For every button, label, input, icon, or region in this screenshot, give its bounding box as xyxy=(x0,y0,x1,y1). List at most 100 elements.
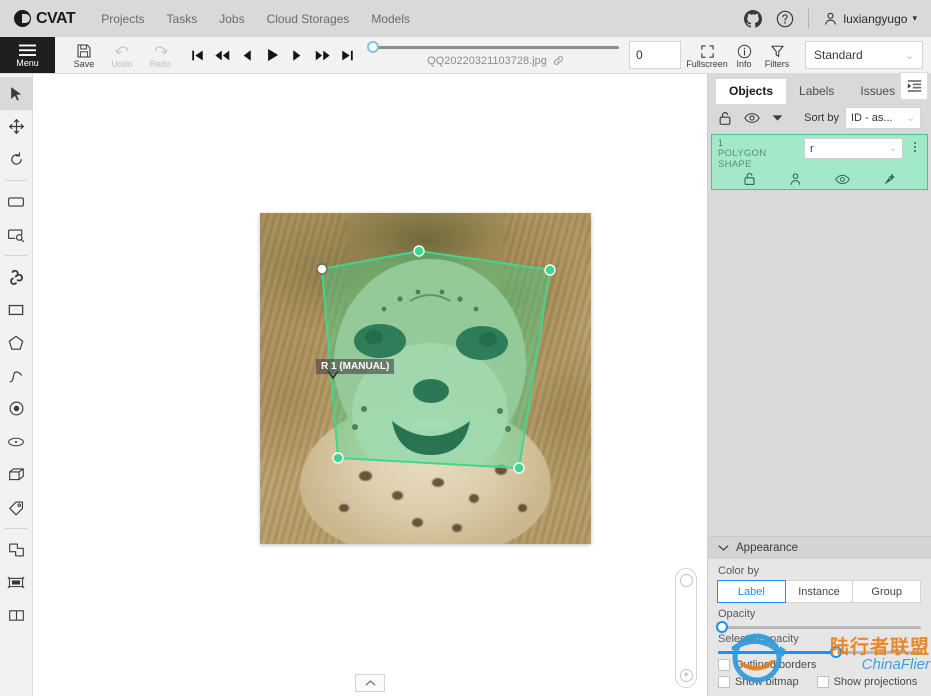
chevron-down-icon xyxy=(718,545,729,551)
nav-tasks[interactable]: Tasks xyxy=(167,12,198,26)
undo-arrow-icon xyxy=(115,46,128,54)
undo-button[interactable]: Undo xyxy=(103,37,141,73)
select-region-tool[interactable] xyxy=(0,218,33,251)
split-tool[interactable] xyxy=(0,566,33,599)
redo-arrow-icon xyxy=(154,46,167,54)
tab-issues[interactable]: Issues xyxy=(847,79,908,104)
object-item[interactable]: 1 POLYGON SHAPE r ⌄ xyxy=(711,134,928,190)
info-button[interactable]: Info xyxy=(729,42,759,69)
objects-sidebar: Objects Labels Issues Sort by ID - as... xyxy=(707,72,931,696)
annotated-image[interactable] xyxy=(260,213,591,544)
frame-navigation xyxy=(179,37,362,73)
collapse-all-icon[interactable] xyxy=(772,114,783,122)
object-hide-icon[interactable] xyxy=(835,172,850,186)
frame-slider-handle[interactable] xyxy=(367,40,379,53)
rotate-tool[interactable] xyxy=(0,143,33,176)
nav-cloud-storages[interactable]: Cloud Storages xyxy=(267,12,350,26)
frame-slider[interactable] xyxy=(367,40,619,53)
eye-icon xyxy=(835,174,850,184)
draw-polygon-tool[interactable] xyxy=(0,326,33,359)
opacity-slider-handle[interactable] xyxy=(716,621,728,633)
outlined-borders-label: Outlined borders xyxy=(735,659,817,671)
zoom-slider-handle[interactable] xyxy=(679,574,693,587)
show-projections-label: Show projections xyxy=(833,676,918,688)
plus-circle-icon[interactable]: + xyxy=(679,669,693,682)
sort-by-value: ID - as... xyxy=(851,112,893,124)
object-more-menu[interactable] xyxy=(909,138,921,152)
move-tool[interactable] xyxy=(0,110,33,143)
save-button[interactable]: Save xyxy=(65,37,103,73)
last-frame-button[interactable] xyxy=(335,40,359,70)
setup-tag-tool[interactable] xyxy=(0,491,33,524)
color-by-instance-option[interactable]: Instance xyxy=(784,580,854,603)
link-icon[interactable] xyxy=(553,55,564,66)
cvat-logo[interactable]: CVAT xyxy=(14,10,76,28)
sort-by-select[interactable]: ID - as... ⌄ xyxy=(845,107,921,129)
play-button[interactable] xyxy=(260,40,284,70)
rail-divider-3 xyxy=(5,528,27,529)
selected-opacity-slider[interactable] xyxy=(718,646,921,658)
show-bitmap-checkbox[interactable]: Show bitmap xyxy=(718,676,799,688)
filters-button[interactable]: Filters xyxy=(759,42,795,69)
annotation-canvas[interactable]: R 1 (MANUAL) + xyxy=(33,74,707,696)
show-projections-checkbox[interactable]: Show projections xyxy=(816,676,918,688)
tab-labels[interactable]: Labels xyxy=(786,79,847,104)
object-occluded-icon[interactable] xyxy=(789,172,802,186)
object-meta: 1 POLYGON SHAPE xyxy=(718,138,798,170)
caret-down-icon xyxy=(772,115,783,121)
fullscreen-button[interactable]: Fullscreen xyxy=(685,42,729,69)
lock-all-icon[interactable] xyxy=(718,111,732,126)
ellipse-icon xyxy=(8,437,24,446)
back-many-frames-button[interactable] xyxy=(210,40,234,70)
collapse-panel-button[interactable] xyxy=(355,674,385,692)
outlined-borders-checkbox[interactable]: Outlined borders xyxy=(718,659,816,671)
sort-by-label: Sort by xyxy=(804,112,839,124)
color-by-group-option[interactable]: Group xyxy=(852,580,922,603)
cursor-tool[interactable] xyxy=(0,77,33,110)
menu-label: Menu xyxy=(16,58,39,68)
tab-objects[interactable]: Objects xyxy=(716,79,787,104)
frame-number-input[interactable]: 0 xyxy=(629,41,681,69)
first-frame-button[interactable] xyxy=(185,40,209,70)
group-tool[interactable] xyxy=(0,599,33,632)
object-pin-icon[interactable] xyxy=(883,172,896,186)
question-circle-icon[interactable] xyxy=(776,10,794,28)
next-frame-button[interactable] xyxy=(285,40,309,70)
draw-polyline-tool[interactable] xyxy=(0,359,33,392)
sidebar-toggle-button[interactable] xyxy=(900,72,928,100)
draw-cuboid-tool[interactable] xyxy=(0,458,33,491)
menu-button[interactable]: Menu xyxy=(0,37,55,73)
object-label-select[interactable]: r ⌄ xyxy=(804,138,903,159)
selected-opacity-slider-handle[interactable] xyxy=(829,646,842,658)
forward-many-frames-button[interactable] xyxy=(310,40,334,70)
opacity-slider[interactable] xyxy=(716,621,921,633)
nav-projects[interactable]: Projects xyxy=(101,12,144,26)
ai-tools[interactable] xyxy=(0,260,33,293)
nav-models[interactable]: Models xyxy=(371,12,410,26)
color-by-label-option[interactable]: Label xyxy=(717,580,786,603)
previous-frame-button[interactable] xyxy=(235,40,259,70)
github-icon[interactable] xyxy=(744,9,763,28)
draw-ellipse-tool[interactable] xyxy=(0,425,33,458)
appearance-header[interactable]: Appearance xyxy=(708,537,931,559)
zoom-slider[interactable]: + xyxy=(675,568,697,688)
fit-image-tool[interactable] xyxy=(0,185,33,218)
selected-opacity-label: Selected opacity xyxy=(718,633,799,645)
object-id: 1 xyxy=(718,138,724,148)
redo-button[interactable]: Redo xyxy=(141,37,179,73)
nav-jobs[interactable]: Jobs xyxy=(219,12,244,26)
user-menu[interactable]: luxiangyugo ▾ xyxy=(823,11,917,26)
redo-label: Redo xyxy=(149,59,171,69)
hamburger-icon xyxy=(19,44,36,56)
rotate-icon xyxy=(10,152,22,165)
merge-tool[interactable] xyxy=(0,533,33,566)
draw-rectangle-tool[interactable] xyxy=(0,293,33,326)
frame-number-value: 0 xyxy=(636,48,643,62)
sort-chevron-down-icon: ⌄ xyxy=(906,112,915,124)
hide-all-icon[interactable] xyxy=(744,112,760,124)
workspace-select[interactable]: Standard ⌄ xyxy=(805,41,923,69)
draw-points-tool[interactable] xyxy=(0,392,33,425)
object-lock-icon[interactable] xyxy=(743,172,756,186)
color-by-label: Color by xyxy=(718,565,759,577)
polygon-icon xyxy=(8,335,24,350)
